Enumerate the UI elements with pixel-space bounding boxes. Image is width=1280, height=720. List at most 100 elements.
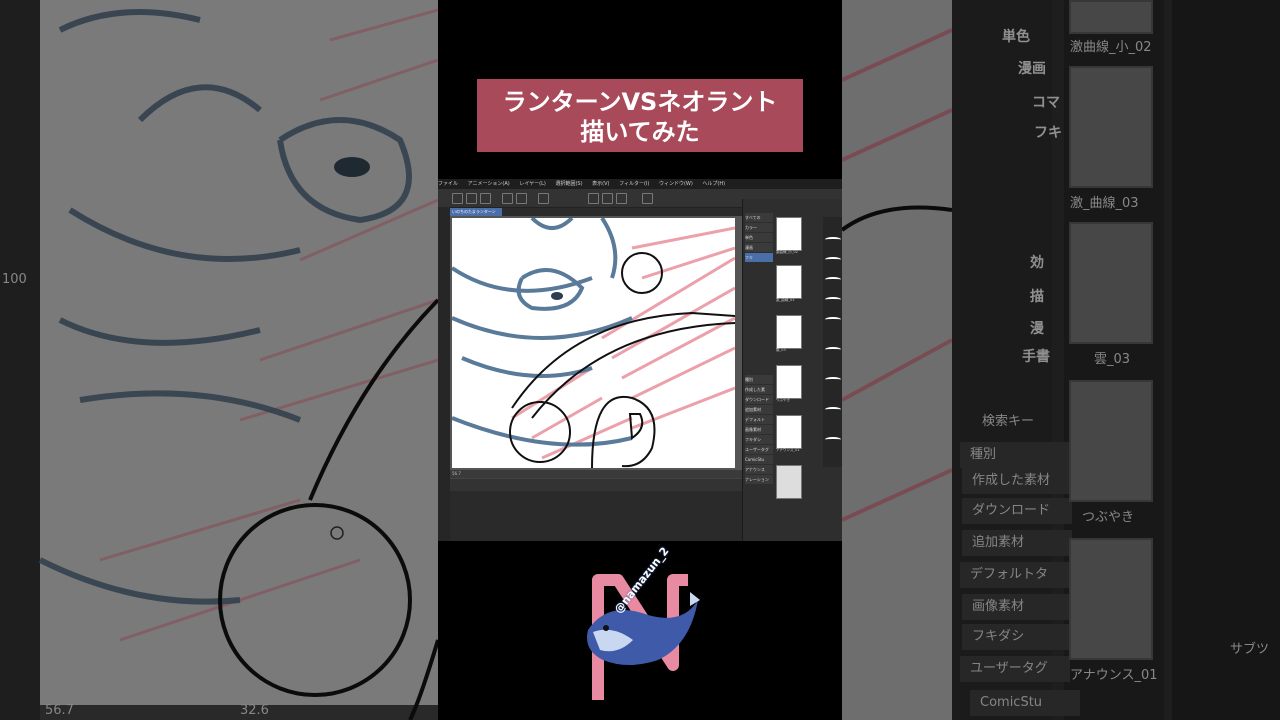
brush-stroke[interactable] <box>825 347 841 352</box>
side-tree-6: 描 <box>1030 289 1044 305</box>
sketch-drawing <box>452 218 735 468</box>
status-bar: 56.7 <box>450 470 742 478</box>
material-label-2: 激_曲線_03 <box>776 298 795 302</box>
menu-bar: ファイル アニメーション(A) レイヤー(L) 選択範囲(S) 表示(V) フィ… <box>438 179 842 189</box>
side-cat-7: フキダシ <box>962 624 1072 650</box>
side-thumb-label-5: アナウンス_01 <box>1070 668 1158 683</box>
cat-fukidashi[interactable]: フキダシ <box>745 435 773 444</box>
cat-image[interactable]: 画像素材 <box>745 425 773 434</box>
cat-comicstudio[interactable]: ComicStu <box>745 455 773 464</box>
material-label-1: 激曲線_小_02 <box>776 250 798 254</box>
menu-select[interactable]: 選択範囲(S) <box>555 181 582 187</box>
brush-stroke[interactable] <box>825 237 841 242</box>
menu-layer[interactable]: レイヤー(L) <box>519 181 546 187</box>
select-icon[interactable] <box>588 193 599 204</box>
pen-icon[interactable] <box>602 193 613 204</box>
side-sub-button: サブツ <box>1230 642 1270 657</box>
video-title-banner: ランターンVSネオラント 描いてみた <box>477 79 803 152</box>
clip-studio-window: ファイル アニメーション(A) レイヤー(L) 選択範囲(S) 表示(V) フィ… <box>438 179 842 541</box>
side-tree-4: フキ <box>1034 125 1062 141</box>
side-thumb-label-3: 雲_03 <box>1094 352 1131 367</box>
material-label-4: つぶやき <box>776 398 790 402</box>
side-cat-2: 作成した素材 <box>962 468 1072 494</box>
material-label-5: アナウンス_01 <box>776 448 800 452</box>
menu-view[interactable]: 表示(V) <box>592 181 609 187</box>
material-thumb-3[interactable] <box>776 315 802 349</box>
brush-stroke[interactable] <box>825 317 841 322</box>
side-status-left: 56.7 <box>45 703 74 718</box>
side-cat-5: デフォルトタ <box>960 562 1070 588</box>
cat-created[interactable]: 作成した素 <box>745 385 773 394</box>
tree-mono[interactable]: 単色 <box>745 233 773 242</box>
side-thumb-label-2: 激_曲線_03 <box>1070 196 1139 211</box>
timeline-toolbar <box>450 479 742 491</box>
menu-animation[interactable]: アニメーション(A) <box>468 181 510 187</box>
cat-type[interactable]: 種別 <box>745 375 773 384</box>
material-thumb-6[interactable] <box>776 465 802 499</box>
material-thumb-5[interactable] <box>776 415 802 449</box>
menu-help[interactable]: ヘルプ(H) <box>702 181 725 187</box>
side-tree-3: コマ <box>1032 95 1060 111</box>
material-panel: すべての カラー 単色 漫画 フキ 種別 作成した素 ダウンロード 追加素材 デ… <box>742 199 842 541</box>
drawing-canvas[interactable] <box>452 218 735 468</box>
brush-preview-column <box>823 217 842 467</box>
title-line-1: ランターンVSネオラント <box>502 88 778 116</box>
side-cat-9: ComicStu <box>970 690 1080 716</box>
cat-added[interactable]: 追加素材 <box>745 405 773 414</box>
material-thumb-1[interactable] <box>776 217 802 251</box>
menu-window[interactable]: ウィンドウ(W) <box>659 181 693 187</box>
cat-announce[interactable]: アナウンス <box>745 465 773 474</box>
tree-fuki[interactable]: フキ <box>745 253 773 262</box>
cat-narration[interactable]: ナレーション <box>745 475 773 484</box>
material-thumb-4[interactable] <box>776 365 802 399</box>
document-tab[interactable]: いのちのたまランターン <box>450 208 502 216</box>
redo-icon[interactable] <box>516 193 527 204</box>
cat-download[interactable]: ダウンロード <box>745 395 773 404</box>
side-thumb-0 <box>1069 0 1153 34</box>
brush-stroke[interactable] <box>825 377 841 382</box>
background-right-zoomed-panel: 単色 漫画 コマ フキ 効 描 漫 手書 検索キー 種別 作成した素材 ダウンロ… <box>842 0 1280 720</box>
side-status-mid: 32.6 <box>240 703 269 718</box>
side-tree-5: 効 <box>1030 255 1044 271</box>
side-thumb-1 <box>1069 66 1153 188</box>
brush-stroke[interactable] <box>825 277 841 282</box>
brush-icon[interactable] <box>616 193 627 204</box>
side-tree-7: 漫 <box>1030 321 1044 337</box>
side-cat-8: ユーザータグ <box>960 656 1070 682</box>
new-icon[interactable] <box>452 193 463 204</box>
side-cat-4: 追加素材 <box>962 530 1072 556</box>
zoomed-sketch <box>0 0 438 720</box>
cat-usertag[interactable]: ユーザータグ <box>745 445 773 454</box>
side-tree-1: 単色 <box>1002 29 1030 45</box>
brush-stroke[interactable] <box>825 407 841 412</box>
open-icon[interactable] <box>466 193 477 204</box>
side-cat-3: ダウンロード <box>962 498 1072 524</box>
undo-icon[interactable] <box>502 193 513 204</box>
side-search: 検索キー <box>982 414 1035 429</box>
tool-palette <box>438 207 450 541</box>
brush-stroke[interactable] <box>825 257 841 262</box>
brush-stroke[interactable] <box>825 297 841 302</box>
material-label-3: 雲_03 <box>776 348 786 352</box>
clear-icon[interactable] <box>538 193 549 204</box>
menu-file[interactable]: ファイル <box>438 181 458 187</box>
cat-default[interactable]: デフォルト <box>745 415 773 424</box>
timeline-panel <box>450 478 742 541</box>
side-thumb-4 <box>1069 538 1153 660</box>
background-left-zoomed-canvas: 100 56.7 32.6 <box>0 0 438 720</box>
zoom-readout: 56.7 <box>452 471 461 476</box>
side-thumb-label-4: つぶやき <box>1082 510 1135 525</box>
material-thumb-2[interactable] <box>776 265 802 299</box>
side-cat-1: 種別 <box>960 442 1070 468</box>
side-thumb-label-1: 激曲線_小_02 <box>1070 40 1152 55</box>
brush-stroke[interactable] <box>825 437 841 442</box>
side-cat-6: 画像素材 <box>962 594 1072 620</box>
side-tree-2: 漫画 <box>1018 61 1046 77</box>
tree-manga[interactable]: 漫画 <box>745 243 773 252</box>
side-value-a: 100 <box>2 272 27 287</box>
menu-filter[interactable]: フィルター(I) <box>619 181 649 187</box>
tree-color[interactable]: カラー <box>745 223 773 232</box>
save-icon[interactable] <box>480 193 491 204</box>
tree-all[interactable]: すべての <box>745 213 773 222</box>
grid-icon[interactable] <box>642 193 653 204</box>
